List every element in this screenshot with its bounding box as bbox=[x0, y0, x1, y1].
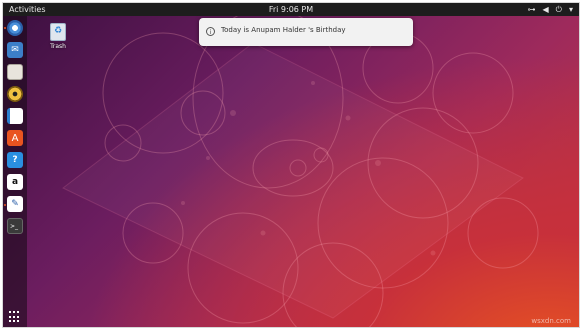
notification-text: Today is Anupam Halder 's Birthday bbox=[221, 26, 346, 34]
rhythmbox-icon[interactable] bbox=[7, 86, 23, 102]
menu-arrow-icon[interactable]: ▾ bbox=[569, 3, 573, 16]
text-editor-icon[interactable]: ✎ bbox=[7, 196, 23, 212]
network-icon[interactable]: ⊶ bbox=[528, 3, 536, 16]
show-applications-icon[interactable] bbox=[9, 311, 21, 323]
notification-banner[interactable]: i Today is Anupam Halder 's Birthday bbox=[199, 18, 413, 46]
wallpaper-decoration bbox=[62, 7, 539, 327]
running-indicator bbox=[4, 27, 6, 29]
volume-icon[interactable]: ◀ bbox=[543, 3, 549, 16]
trash-label: Trash bbox=[50, 43, 66, 50]
help-icon[interactable]: ? bbox=[7, 152, 23, 168]
terminal-icon[interactable]: >_ bbox=[7, 218, 23, 234]
watermark: wsxdn.com bbox=[531, 317, 571, 325]
files-icon[interactable] bbox=[7, 64, 23, 80]
clock-button[interactable]: Fri 9:06 PM bbox=[3, 3, 579, 16]
info-icon: i bbox=[206, 27, 215, 36]
running-indicator bbox=[4, 204, 6, 206]
trash-desktop-icon[interactable]: Trash bbox=[45, 23, 71, 50]
top-bar: Activities Fri 9:06 PM ⊶ ◀ ⏻ ▾ bbox=[3, 3, 579, 16]
amazon-icon[interactable]: a bbox=[7, 174, 23, 190]
desktop-screen: Activities Fri 9:06 PM ⊶ ◀ ⏻ ▾ ✉ A ? a ✎… bbox=[2, 2, 580, 328]
libreoffice-writer-icon[interactable] bbox=[7, 108, 23, 124]
trash-icon bbox=[50, 23, 66, 41]
dock: ✉ A ? a ✎ >_ bbox=[3, 16, 27, 327]
power-icon[interactable]: ⏻ bbox=[556, 3, 562, 16]
system-tray[interactable]: ⊶ ◀ ⏻ ▾ bbox=[528, 3, 574, 16]
chromium-icon[interactable] bbox=[7, 20, 23, 36]
software-center-icon[interactable]: A bbox=[7, 130, 23, 146]
thunderbird-icon[interactable]: ✉ bbox=[7, 42, 23, 58]
